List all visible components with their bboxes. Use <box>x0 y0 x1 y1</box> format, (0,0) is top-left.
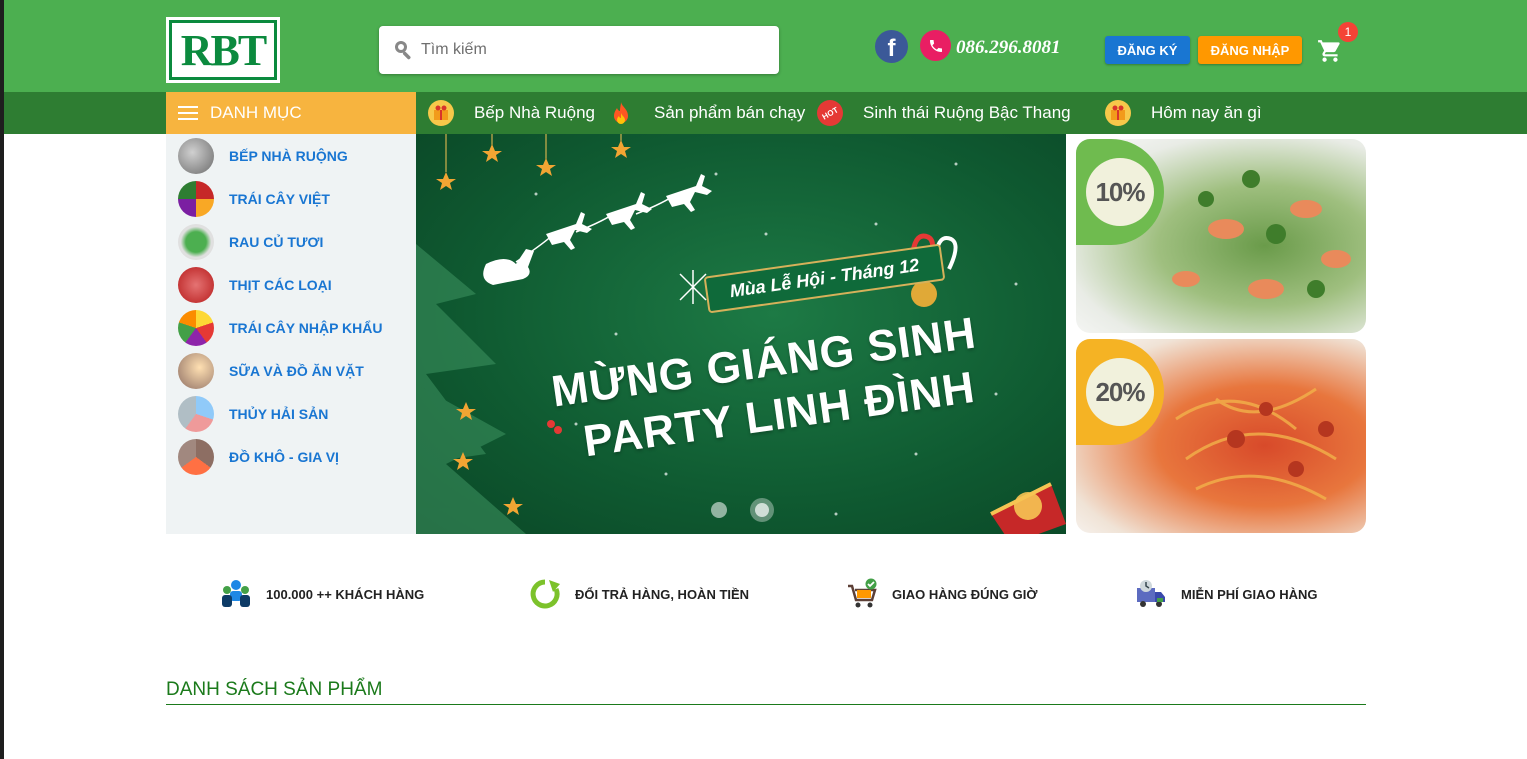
nav-item-hom-nay-an-gi[interactable]: Hôm nay ăn gì <box>1105 92 1262 134</box>
category-label: THỦY HẢI SẢN <box>229 406 329 422</box>
nav-item-label: Sản phẩm bán chạy <box>654 103 806 122</box>
fire-icon <box>608 100 634 126</box>
promo-card-pasta[interactable]: 20% <box>1076 339 1366 533</box>
category-label: RAU CỦ TƯƠI <box>229 234 324 250</box>
product-list-title: DANH SÁCH SẢN PHẨM <box>166 679 383 700</box>
register-button[interactable]: ĐĂNG KÝ <box>1105 36 1190 64</box>
shopping-cart-icon[interactable] <box>1317 38 1343 64</box>
category-menu-toggle[interactable]: DANH MỤC <box>166 92 416 134</box>
hero-banner[interactable]: Mùa Lễ Hội - Tháng 12 MỪNG GIÁNG SINH PA… <box>416 134 1066 534</box>
category-thumbnail <box>178 353 214 389</box>
category-item-trai-cay-viet[interactable]: TRÁI CÂY VIỆT <box>178 181 330 217</box>
hamburger-icon <box>178 106 198 120</box>
feature-returns: ĐỔI TRẢ HÀNG, HOÀN TIỀN <box>529 578 749 610</box>
feature-label: MIỄN PHÍ GIAO HÀNG <box>1181 586 1318 602</box>
hot-badge-icon: HOT <box>817 100 843 126</box>
category-label: TRÁI CÂY NHẬP KHẨU <box>229 320 383 336</box>
category-thumbnail <box>178 138 214 174</box>
left-edge-strip <box>0 0 4 759</box>
search-input[interactable] <box>421 41 761 59</box>
discount-value: 20% <box>1086 358 1154 426</box>
slide-dot-1[interactable] <box>711 502 727 518</box>
discount-value: 10% <box>1086 158 1154 226</box>
category-sidebar: BẾP NHÀ RUỘNG TRÁI CÂY VIỆT RAU CỦ TƯƠI … <box>166 134 416 534</box>
gift-box-icon <box>428 100 454 126</box>
feature-label: 100.000 ++ KHÁCH HÀNG <box>266 586 425 602</box>
category-thumbnail <box>178 267 214 303</box>
category-label: BẾP NHÀ RUỘNG <box>229 148 348 164</box>
category-menu-label: DANH MỤC <box>210 103 302 122</box>
slide-dot-2[interactable] <box>750 498 774 522</box>
nav-item-label: Sinh thái Ruộng Bậc Thang <box>863 103 1071 122</box>
category-item-thit-cac-loai[interactable]: THỊT CÁC LOẠI <box>178 267 332 303</box>
delivery-truck-icon <box>1137 580 1165 607</box>
cart-count-badge: 1 <box>1338 22 1358 42</box>
site-logo[interactable]: RBT <box>166 17 280 83</box>
promo-card-salad[interactable]: 10% <box>1076 139 1366 333</box>
category-thumbnail <box>178 396 214 432</box>
category-label: THỊT CÁC LOẠI <box>229 277 332 293</box>
logo-text: RBT <box>180 25 267 75</box>
category-item-trai-cay-nhap-khau[interactable]: TRÁI CÂY NHẬP KHẨU <box>178 310 383 346</box>
login-button[interactable]: ĐĂNG NHẬP <box>1198 36 1302 64</box>
category-label: ĐỒ KHÔ - GIA VỊ <box>229 449 339 465</box>
feature-label: GIAO HÀNG ĐÚNG GIỜ <box>892 586 1038 602</box>
phone-icon[interactable] <box>920 30 951 61</box>
category-thumbnail <box>178 310 214 346</box>
feature-customers: 100.000 ++ KHÁCH HÀNG <box>220 578 424 610</box>
category-label: TRÁI CÂY VIỆT <box>229 191 330 207</box>
feature-label: ĐỔI TRẢ HÀNG, HOÀN TIỀN <box>575 586 750 602</box>
section-divider <box>166 704 1366 705</box>
category-item-thuy-hai-san[interactable]: THỦY HẢI SẢN <box>178 396 328 432</box>
category-item-bep-nha-ruong[interactable]: BẾP NHÀ RUỘNG <box>178 138 348 174</box>
gift-box-icon <box>1105 100 1131 126</box>
search-box[interactable] <box>379 26 779 74</box>
feature-on-time-delivery: GIAO HÀNG ĐÚNG GIỜ <box>846 578 1037 610</box>
category-thumbnail <box>178 181 214 217</box>
hotline-number[interactable]: 086.296.8081 <box>956 37 1061 59</box>
nav-item-bep-nha-ruong[interactable]: Bếp Nhà Ruộng <box>428 92 595 134</box>
category-item-sua-do-an-vat[interactable]: SỮA VÀ ĐỒ ĂN VẶT <box>178 353 364 389</box>
nav-item-label: Bếp Nhà Ruộng <box>474 103 595 122</box>
category-item-rau-cu-tuoi[interactable]: RAU CỦ TƯƠI <box>178 224 323 260</box>
category-item-do-kho-gia-vi[interactable]: ĐỒ KHÔ - GIA VỊ <box>178 439 339 475</box>
category-thumbnail <box>178 439 214 475</box>
svg-text:HOT: HOT <box>821 105 840 121</box>
customers-icon <box>222 580 250 607</box>
category-label: SỮA VÀ ĐỒ ĂN VẶT <box>229 363 364 379</box>
nav-item-sinh-thai[interactable]: HOT Sinh thái Ruộng Bậc Thang <box>817 92 1071 134</box>
refresh-icon <box>530 579 560 609</box>
nav-item-label: Hôm nay ăn gì <box>1151 103 1262 122</box>
category-thumbnail <box>178 224 214 260</box>
cart-check-icon <box>848 578 877 608</box>
feature-free-shipping: MIỄN PHÍ GIAO HÀNG <box>1135 578 1318 610</box>
search-icon <box>395 41 411 60</box>
facebook-icon[interactable]: f <box>875 30 908 63</box>
nav-item-best-sellers[interactable]: Sản phẩm bán chạy <box>608 92 805 134</box>
